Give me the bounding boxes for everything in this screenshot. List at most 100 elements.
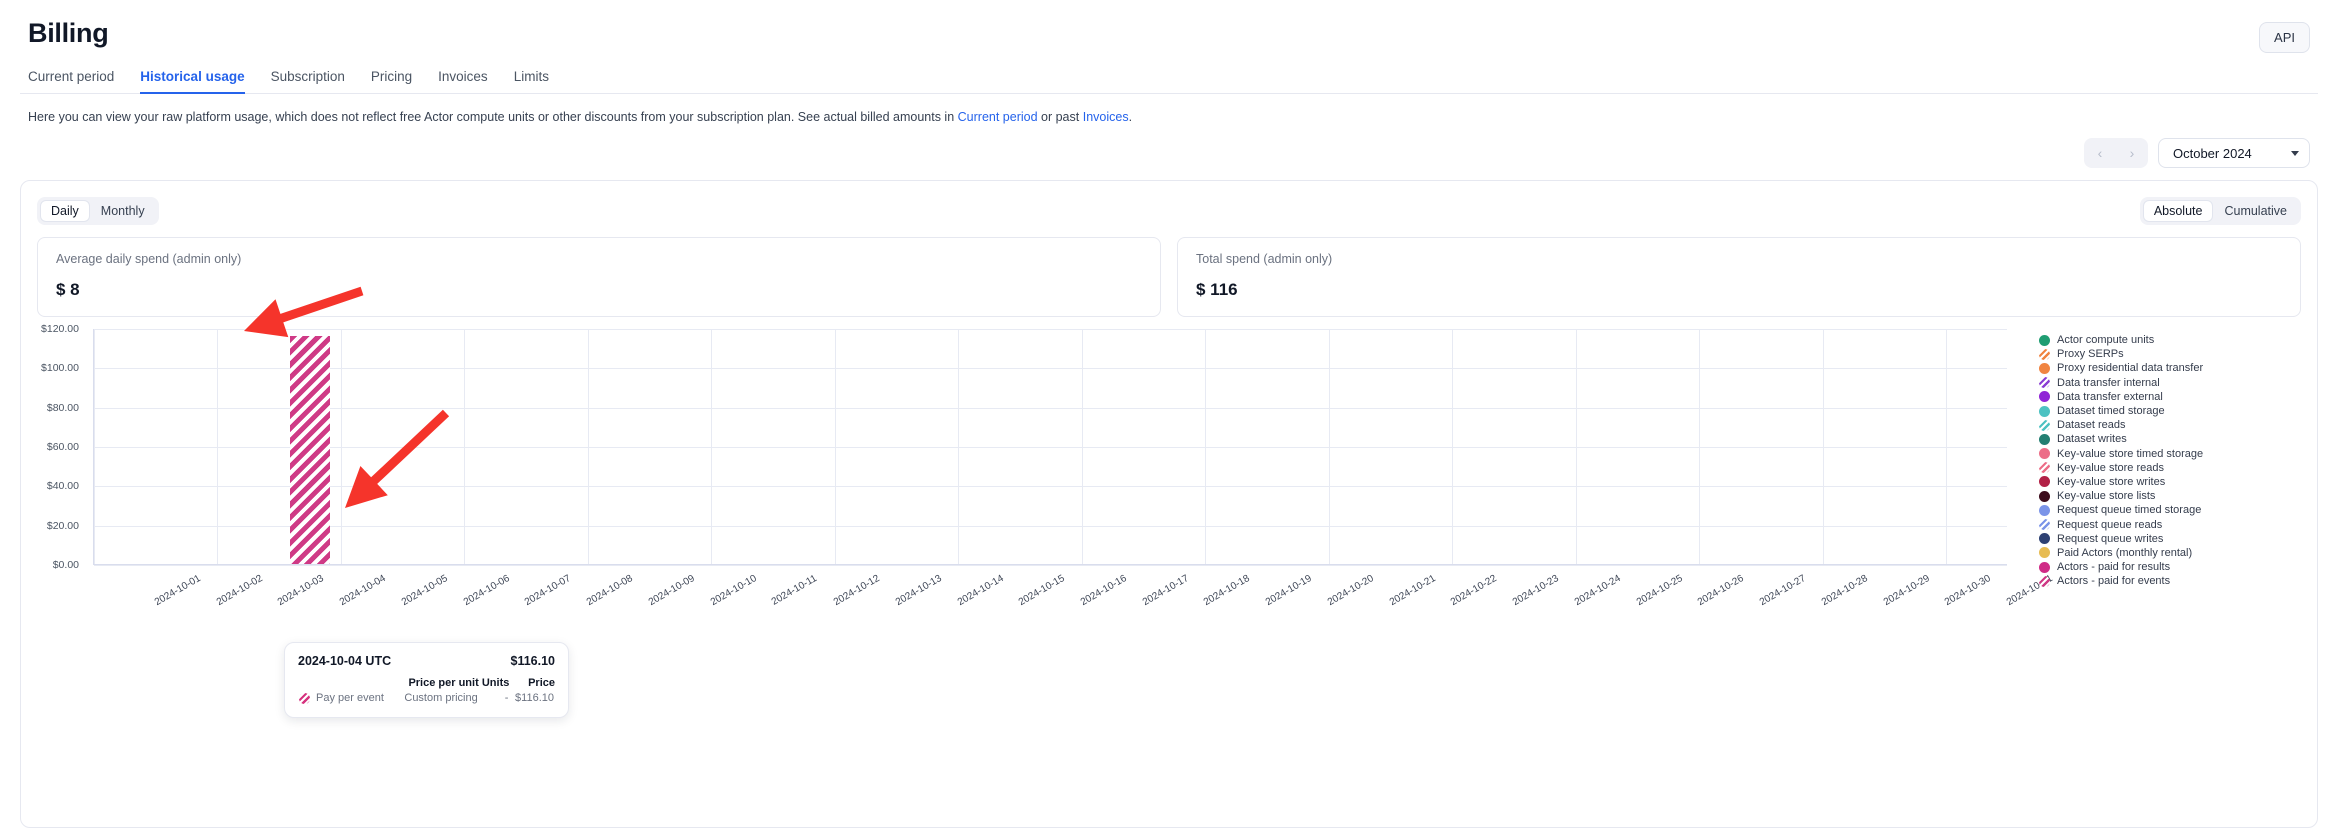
x-axis-tick: 2024-10-09 (647, 573, 697, 608)
legend-swatch-icon (2039, 476, 2050, 487)
granularity-monthly[interactable]: Monthly (90, 200, 156, 222)
grid-line-vertical (650, 329, 651, 564)
tooltip-col-header: Price per unit (395, 677, 479, 690)
grid-line-vertical (1452, 329, 1453, 564)
tooltip-swatch-icon (299, 693, 310, 704)
legend-item[interactable]: Key-value store writes (2039, 475, 2307, 489)
legend-swatch-icon (2039, 434, 2050, 445)
api-button[interactable]: API (2259, 22, 2310, 53)
grid-line-vertical (1020, 329, 1021, 564)
legend-item[interactable]: Data transfer external (2039, 390, 2307, 404)
legend-label: Key-value store writes (2057, 476, 2165, 488)
chart-bar[interactable] (290, 336, 330, 564)
tab-limits[interactable]: Limits (514, 69, 549, 94)
grid-line-vertical (1267, 329, 1268, 564)
legend-item[interactable]: Dataset writes (2039, 432, 2307, 446)
grid-line-vertical (1082, 329, 1083, 564)
legend-swatch-icon (2039, 391, 2050, 402)
granularity-daily[interactable]: Daily (40, 200, 90, 222)
x-axis-tick: 2024-10-18 (1202, 573, 1252, 608)
x-axis-tick: 2024-10-15 (1017, 573, 1067, 608)
y-axis-tick: $60.00 (21, 441, 87, 453)
summary-card: Total spend (admin only)$ 116 (1177, 237, 2301, 317)
grid-line (94, 486, 2007, 487)
legend-item[interactable]: Actors - paid for results (2039, 560, 2307, 574)
grid-line-vertical (1144, 329, 1145, 564)
grid-line-vertical (773, 329, 774, 564)
legend-item[interactable]: Proxy SERPs (2039, 347, 2307, 361)
description-part-1: Here you can view your raw platform usag… (28, 110, 958, 124)
month-select[interactable]: October 2024 (2158, 138, 2310, 168)
x-axis-tick: 2024-10-27 (1758, 573, 1808, 608)
legend-label: Data transfer internal (2057, 377, 2160, 389)
tooltip-row: Pay per eventCustom pricing-$116.10 (298, 690, 555, 705)
legend-swatch-icon (2039, 377, 2050, 388)
summary-card-value: $ 8 (56, 280, 1142, 300)
tab-historical-usage[interactable]: Historical usage (140, 69, 244, 94)
grid-line-vertical (711, 329, 712, 564)
y-axis-tick: $0.00 (21, 559, 87, 571)
grid-line-vertical (526, 329, 527, 564)
tab-invoices[interactable]: Invoices (438, 69, 488, 94)
legend-swatch-icon (2039, 335, 2050, 346)
usage-panel: DailyMonthly AbsoluteCumulative Average … (20, 180, 2318, 828)
legend-item[interactable]: Request queue reads (2039, 517, 2307, 531)
page-header: Billing API (0, 0, 2338, 49)
grid-line (94, 526, 2007, 527)
grid-line-vertical (1391, 329, 1392, 564)
grid-line-vertical (279, 329, 280, 564)
legend-item[interactable]: Data transfer internal (2039, 376, 2307, 390)
y-axis-tick: $100.00 (21, 362, 87, 374)
legend-item[interactable]: Request queue writes (2039, 532, 2307, 546)
legend-item[interactable]: Dataset timed storage (2039, 404, 2307, 418)
legend-label: Proxy SERPs (2057, 348, 2124, 360)
x-axis-tick: 2024-10-21 (1388, 573, 1438, 608)
current-period-link[interactable]: Current period (958, 110, 1038, 124)
tooltip-total: $116.10 (511, 654, 556, 668)
legend-item[interactable]: Request queue timed storage (2039, 503, 2307, 517)
grid-line (94, 565, 2007, 566)
legend-swatch-icon (2039, 547, 2050, 558)
x-axis-tick: 2024-10-04 (338, 573, 388, 608)
grid-line-vertical (2008, 329, 2009, 564)
mode-cumulative[interactable]: Cumulative (2213, 200, 2298, 222)
grid-line-vertical (464, 329, 465, 564)
legend-item[interactable]: Key-value store reads (2039, 461, 2307, 475)
tooltip-row-name-cell: Pay per event (298, 690, 395, 705)
legend-item[interactable]: Actor compute units (2039, 333, 2307, 347)
chevron-left-icon[interactable]: ‹ (2084, 138, 2116, 168)
legend-item[interactable]: Actors - paid for events (2039, 574, 2307, 588)
summary-card-label: Average daily spend (admin only) (56, 252, 1142, 266)
chevron-right-icon[interactable]: › (2116, 138, 2148, 168)
legend-swatch-icon (2039, 505, 2050, 516)
grid-line-vertical (1761, 329, 1762, 564)
legend-item[interactable]: Proxy residential data transfer (2039, 361, 2307, 375)
legend-item[interactable]: Key-value store lists (2039, 489, 2307, 503)
legend-label: Dataset writes (2057, 433, 2127, 445)
grid-line-vertical (94, 329, 95, 564)
tab-pricing[interactable]: Pricing (371, 69, 412, 94)
chevron-down-icon (2291, 151, 2299, 156)
x-axis-tick: 2024-10-29 (1881, 573, 1931, 608)
summary-card-label: Total spend (admin only) (1196, 252, 2282, 266)
grid-line (94, 408, 2007, 409)
legend-item[interactable]: Paid Actors (monthly rental) (2039, 546, 2307, 560)
legend-item[interactable]: Dataset reads (2039, 418, 2307, 432)
y-axis-tick: $20.00 (21, 520, 87, 532)
tooltip-price: $116.10 (509, 690, 555, 705)
grid-line-vertical (217, 329, 218, 564)
legend-item[interactable]: Key-value store timed storage (2039, 447, 2307, 461)
tooltip-table: Price per unitUnitsPrice Pay per eventCu… (298, 677, 555, 705)
tooltip-col-header: Units (479, 677, 510, 690)
grid-line-vertical (1514, 329, 1515, 564)
tab-current-period[interactable]: Current period (28, 69, 114, 94)
legend-label: Key-value store reads (2057, 462, 2164, 474)
mode-toggle: AbsoluteCumulative (2140, 197, 2301, 225)
tab-subscription[interactable]: Subscription (271, 69, 345, 94)
tooltip-price-per-unit: Custom pricing (395, 690, 479, 705)
x-axis-tick: 2024-10-28 (1820, 573, 1870, 608)
mode-absolute[interactable]: Absolute (2143, 200, 2214, 222)
invoices-link[interactable]: Invoices (1083, 110, 1129, 124)
legend-swatch-icon (2039, 363, 2050, 374)
grid-line-vertical (835, 329, 836, 564)
